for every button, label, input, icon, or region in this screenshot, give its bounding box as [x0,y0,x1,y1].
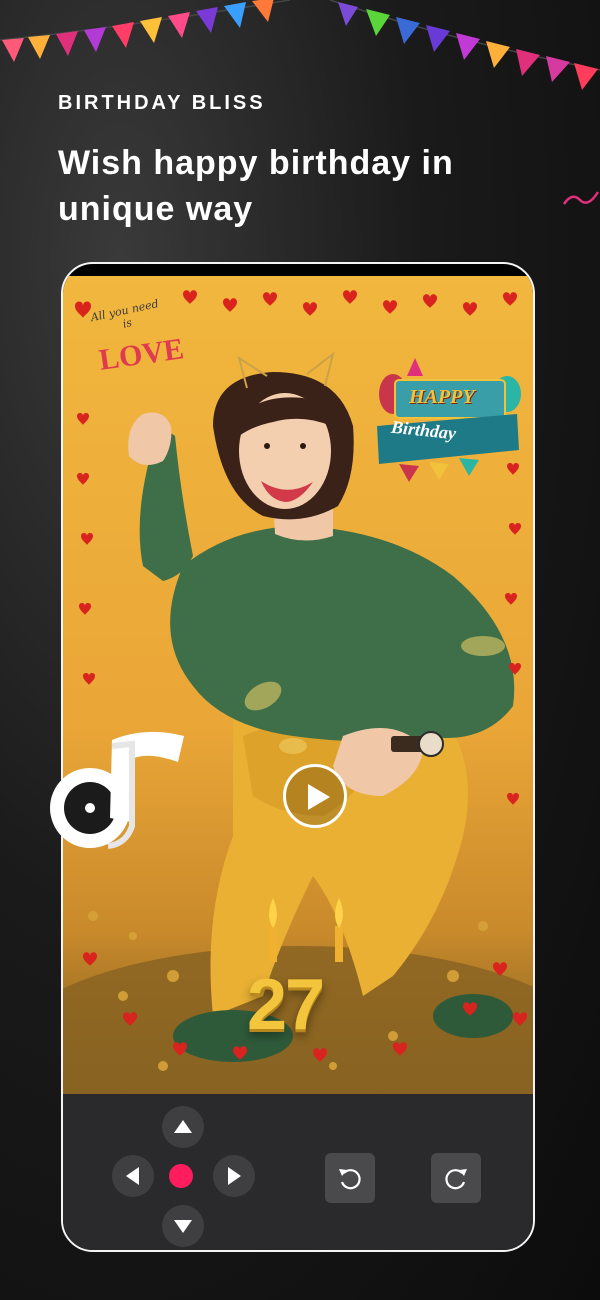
move-right-button[interactable] [213,1155,255,1197]
arrow-down-icon [174,1220,192,1233]
love-sticker-caption: All you need is [89,297,160,331]
rotate-left-button[interactable] [325,1153,375,1203]
play-button[interactable] [283,764,347,828]
arrow-left-icon [126,1167,139,1185]
brand-title: BIRTHDAY BLISS [58,92,266,114]
move-down-button[interactable] [162,1205,204,1247]
move-left-button[interactable] [112,1155,154,1197]
candle-number: 27 [247,965,325,1045]
controls-panel [63,1094,533,1250]
happy-text: HAPPY [409,386,475,408]
rotate-right-button[interactable] [431,1153,481,1203]
happy-birthday-sticker[interactable]: HAPPY Birthday [369,354,525,484]
music-badge[interactable] [46,726,196,856]
love-sticker[interactable]: All you need is LOVE [85,296,186,386]
streamer-decoration [562,191,600,205]
undo-icon [339,1169,361,1190]
love-sticker-word: LOVE [97,332,186,377]
video-preview[interactable]: All you need is LOVE HAPPY Birthday 27 [63,276,533,1094]
move-up-button[interactable] [162,1106,204,1148]
headline: Wish happy birthday in unique way [58,144,454,228]
redo-icon [445,1169,467,1190]
music-note-icon [50,731,184,849]
arrow-right-icon [228,1167,241,1185]
play-icon [308,784,330,810]
center-reset-dot[interactable] [169,1164,193,1188]
arrow-up-icon [174,1120,192,1133]
